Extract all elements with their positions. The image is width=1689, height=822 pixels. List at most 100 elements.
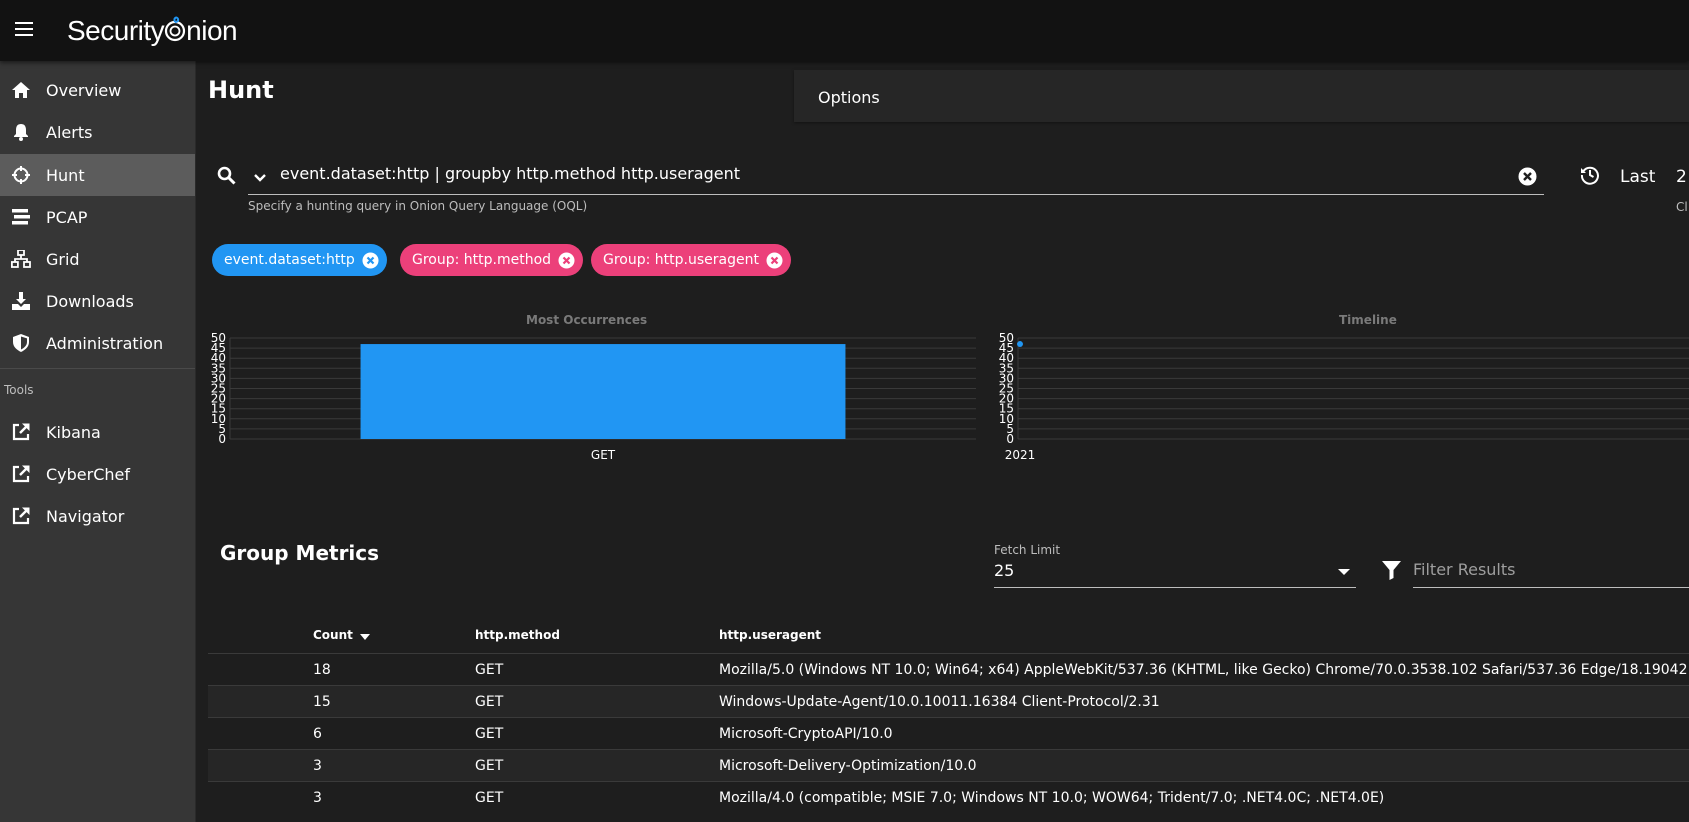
count-cell: 3 <box>313 758 322 774</box>
home-icon <box>11 80 31 100</box>
date-range-label[interactable]: Last <box>1620 167 1655 187</box>
search-icon[interactable] <box>217 166 236 189</box>
table-row[interactable]: 15 GET Windows-Update-Agent/10.0.10011.1… <box>208 685 1689 718</box>
dropdown-arrow-icon[interactable] <box>1338 569 1350 575</box>
sidebar: Overview Alerts Hunt PCAP Grid Downloads… <box>0 61 196 822</box>
sidebar-divider <box>0 368 195 369</box>
timeline-chart: 051015202530354045502021 <box>999 331 1689 462</box>
chip-label: Group: http.useragent <box>603 252 759 268</box>
count-cell: 6 <box>313 726 322 742</box>
download-icon <box>11 291 31 311</box>
sidebar-item-label: Hunt <box>46 165 85 185</box>
method-cell[interactable]: GET <box>475 662 503 678</box>
table-row[interactable]: 18 GET Mozilla/5.0 (Windows NT 10.0; Win… <box>208 653 1689 686</box>
timeline-chart-title: Timeline <box>1339 313 1397 327</box>
date-range-hint: Cl <box>1676 200 1688 214</box>
bar-chart: 05101520253035404550GET <box>211 331 976 462</box>
column-header-count[interactable]: Count <box>313 628 371 642</box>
remove-chip-icon[interactable] <box>558 252 575 269</box>
group-chip[interactable]: Group: http.useragent <box>591 244 791 276</box>
sidebar-item-overview[interactable]: Overview <box>0 69 195 111</box>
sidebar-item-cyberchef[interactable]: CyberChef <box>0 453 195 495</box>
sidebar-item-downloads[interactable]: Downloads <box>0 280 195 322</box>
options-panel[interactable]: Options <box>794 70 1689 122</box>
useragent-cell[interactable]: Microsoft-CryptoAPI/10.0 <box>719 726 893 742</box>
bar <box>360 344 846 439</box>
query-hint: Specify a hunting query in Onion Query L… <box>248 199 588 213</box>
method-cell[interactable]: GET <box>475 758 503 774</box>
column-header-useragent[interactable]: http.useragent <box>719 628 821 642</box>
menu-icon[interactable] <box>15 22 33 38</box>
fetch-limit-label: Fetch Limit <box>994 543 1061 557</box>
sidebar-item-label: Overview <box>46 80 122 100</box>
table-row[interactable]: 3 GET Microsoft-Delivery-Optimization/10… <box>208 749 1689 782</box>
x-tick-label: GET <box>591 448 616 462</box>
external-link-icon <box>11 464 31 484</box>
chip-label: event.dataset:http <box>224 252 355 268</box>
useragent-cell[interactable]: Mozilla/4.0 (compatible; MSIE 7.0; Windo… <box>719 790 1384 806</box>
filter-underline <box>1413 587 1689 588</box>
options-label: Options <box>818 88 880 107</box>
group-chip[interactable]: Group: http.method <box>400 244 584 276</box>
useragent-cell[interactable]: Mozilla/5.0 (Windows NT 10.0; Win64; x64… <box>719 662 1688 678</box>
filter-results-input[interactable] <box>1413 560 1683 579</box>
table-row[interactable]: 3 GET Mozilla/4.0 (compatible; MSIE 7.0;… <box>208 781 1689 814</box>
bell-icon <box>11 122 31 142</box>
sidebar-item-hunt[interactable]: Hunt <box>0 154 195 196</box>
filter-icon <box>1382 561 1401 584</box>
method-cell[interactable]: GET <box>475 726 503 742</box>
remove-chip-icon[interactable] <box>362 252 379 269</box>
history-icon[interactable] <box>1580 165 1600 189</box>
app-bar: Security nion <box>0 0 1689 61</box>
section-title: Group Metrics <box>220 541 380 565</box>
sidebar-item-label: Navigator <box>46 506 125 526</box>
sidebar-item-label: PCAP <box>46 207 88 227</box>
sidebar-item-grid[interactable]: Grid <box>0 238 195 280</box>
useragent-cell[interactable]: Microsoft-Delivery-Optimization/10.0 <box>719 758 977 774</box>
sidebar-item-label: Kibana <box>46 422 101 442</box>
sidebar-item-label: Downloads <box>46 291 134 311</box>
data-point <box>1017 341 1023 348</box>
shield-icon <box>11 333 31 353</box>
filter-chip[interactable]: event.dataset:http <box>212 244 387 276</box>
sidebar-item-alerts[interactable]: Alerts <box>0 111 195 153</box>
stream-icon <box>11 207 31 227</box>
chevron-down-icon[interactable] <box>253 168 267 187</box>
date-range-value[interactable]: 2 <box>1676 167 1687 187</box>
sidebar-item-administration[interactable]: Administration <box>0 322 195 364</box>
clear-icon[interactable] <box>1518 167 1537 190</box>
count-cell: 18 <box>313 662 331 678</box>
sitemap-icon <box>11 249 31 269</box>
method-cell[interactable]: GET <box>475 790 503 806</box>
fetch-limit-select[interactable]: 25 <box>994 561 1014 580</box>
remove-chip-icon[interactable] <box>766 252 783 269</box>
sidebar-item-label: Alerts <box>46 122 93 142</box>
query-input[interactable] <box>280 164 1530 183</box>
sidebar-item-label: CyberChef <box>46 464 131 484</box>
sidebar-item-pcap[interactable]: PCAP <box>0 196 195 238</box>
fetch-limit-underline <box>994 587 1356 588</box>
useragent-cell[interactable]: Windows-Update-Agent/10.0.10011.16384 Cl… <box>719 694 1160 710</box>
external-link-icon <box>11 506 31 526</box>
sidebar-item-label: Administration <box>46 333 164 353</box>
sidebar-item-navigator[interactable]: Navigator <box>0 495 195 537</box>
column-header-method[interactable]: http.method <box>475 628 560 642</box>
y-tick-label: 50 <box>999 331 1014 345</box>
y-tick-label: 50 <box>211 331 226 345</box>
sidebar-item-label: Grid <box>46 249 80 269</box>
tools-header: Tools <box>4 383 34 397</box>
logo: Security nion <box>67 15 238 46</box>
method-cell[interactable]: GET <box>475 694 503 710</box>
table-row[interactable]: 6 GET Microsoft-CryptoAPI/10.0 <box>208 717 1689 750</box>
crosshairs-icon <box>11 165 31 185</box>
sort-desc-icon[interactable] <box>360 634 371 642</box>
count-cell: 3 <box>313 790 322 806</box>
query-underline <box>248 194 1544 195</box>
external-link-icon <box>11 422 31 442</box>
x-tick-label: 2021 <box>1005 448 1036 462</box>
bar-chart-title: Most Occurrences <box>526 313 648 327</box>
chip-label: Group: http.method <box>412 252 552 268</box>
page-title: Hunt <box>208 76 274 104</box>
sidebar-item-kibana[interactable]: Kibana <box>0 411 195 453</box>
count-cell: 15 <box>313 694 331 710</box>
